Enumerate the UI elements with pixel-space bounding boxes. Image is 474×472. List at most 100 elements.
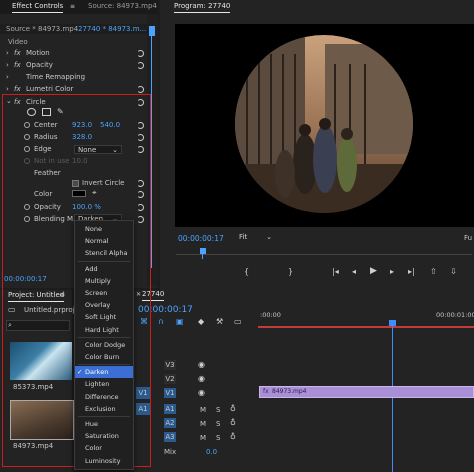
blend-option-label: Color Burn [85, 353, 120, 361]
fx-icon: fx [14, 61, 21, 69]
program-ruler[interactable] [176, 248, 472, 255]
mute-a2[interactable]: M [200, 420, 206, 428]
solo-a1[interactable]: S [216, 406, 220, 414]
track-target-v3[interactable]: V3 [164, 360, 176, 370]
tab-source[interactable]: Source: 84973.mp4 [88, 2, 157, 10]
program-monitor-title[interactable]: Program: 27740 [174, 2, 231, 13]
blend-option-color-dodge[interactable]: Color Dodge [75, 339, 133, 351]
blend-option-normal[interactable]: Normal [75, 235, 133, 247]
blend-option-label: Lighten [85, 380, 110, 389]
fit-dropdown[interactable]: Fit ⌄ [236, 233, 272, 242]
video-section-label: Video [8, 38, 28, 46]
blend-option-add[interactable]: Add [75, 263, 133, 275]
work-area-bar[interactable] [258, 326, 474, 328]
track-v2-label: V2 [165, 375, 175, 383]
video-clip-label: 84973.mp4 [272, 388, 307, 395]
mark-out-icon[interactable]: } [288, 268, 293, 276]
motion-effect[interactable]: Motion [26, 49, 50, 57]
mark-in-icon[interactable]: { [244, 268, 249, 276]
blend-option-hard-light[interactable]: Hard Light [75, 324, 133, 336]
lift-icon[interactable]: ⇧ [430, 268, 437, 276]
blend-option-label: Overlay [85, 301, 111, 310]
sequence-path[interactable]: 27740 * 84973.m... [78, 25, 146, 33]
mute-a3[interactable]: M [200, 434, 206, 442]
step-forward-icon[interactable]: ▸| [408, 268, 415, 276]
frame-forward-icon[interactable]: ▸ [390, 268, 394, 276]
track-target-a3[interactable]: A3 [164, 432, 176, 442]
blend-option-label: Screen [85, 289, 108, 297]
captions-icon[interactable]: ▭ [234, 318, 242, 326]
resolution-dropdown[interactable]: Fu [464, 234, 472, 242]
reset-icon[interactable] [137, 62, 144, 69]
blend-option-saturation[interactable]: Saturation [75, 430, 133, 442]
track-target-v2[interactable]: V2 [164, 374, 176, 384]
microphone-icon[interactable]: ♁ [230, 419, 236, 427]
wrench-icon[interactable]: ⚒ [216, 318, 223, 326]
mute-a1[interactable]: M [200, 406, 206, 414]
program-playhead-line [202, 254, 203, 259]
track-target-a1[interactable]: A1 [164, 404, 176, 414]
chevron-right-icon[interactable]: › [6, 49, 9, 57]
track-target-a2[interactable]: A2 [164, 418, 176, 428]
track-a3-label: A3 [165, 433, 175, 441]
video-circle-image [235, 35, 413, 213]
blend-option-difference[interactable]: Difference [75, 391, 133, 403]
frame-back-icon[interactable]: ◂ [352, 268, 356, 276]
opacity-effect[interactable]: Opacity [26, 61, 53, 69]
blend-option-lighten[interactable]: Lighten [75, 378, 133, 390]
menu-separator [78, 260, 130, 262]
lumetri-effect[interactable]: Lumetri Color [26, 85, 73, 93]
timeline-track-area[interactable] [258, 330, 474, 472]
chevron-right-icon[interactable]: › [6, 61, 9, 69]
menu-separator [78, 336, 130, 338]
mix-label: Mix [164, 448, 177, 456]
play-icon[interactable]: ▶ [370, 267, 377, 276]
blend-option-color-burn[interactable]: Color Burn [75, 351, 133, 363]
blend-option-soft-light[interactable]: Soft Light [75, 311, 133, 323]
reset-icon[interactable] [137, 50, 144, 57]
blend-option-none[interactable]: None [75, 223, 133, 235]
track-target-v1[interactable]: V1 [164, 388, 176, 398]
blend-option-darken[interactable]: ✓ Darken [75, 366, 133, 379]
eye-icon[interactable]: ◉ [198, 361, 205, 369]
microphone-icon[interactable]: ♁ [230, 433, 236, 441]
eye-icon[interactable]: ◉ [198, 375, 205, 383]
solo-a3[interactable]: S [216, 434, 220, 442]
step-back-icon[interactable]: |◂ [332, 268, 339, 276]
solo-a2[interactable]: S [216, 420, 220, 428]
linked-selection-icon[interactable]: ∩ [158, 318, 164, 326]
microphone-icon[interactable]: ♁ [230, 405, 236, 413]
reset-icon[interactable] [137, 86, 144, 93]
program-timecode[interactable]: 00:00:00:17 [178, 234, 224, 243]
eye-icon[interactable]: ◉ [198, 389, 205, 397]
source-path[interactable]: Source * 84973.mp4 [6, 25, 78, 33]
blend-option-luminosity[interactable]: Luminosity [75, 455, 133, 467]
time-remap-effect[interactable]: Time Remapping [26, 73, 85, 81]
extract-icon[interactable]: ⇩ [450, 268, 457, 276]
chevron-right-icon[interactable]: › [6, 73, 9, 81]
blend-mode-menu[interactable]: None Normal Stencil Alpha Add Multiply Screen… [74, 220, 134, 470]
chevron-down-icon: ⌄ [266, 233, 272, 241]
menu-separator [78, 416, 130, 417]
chevron-right-icon[interactable]: › [6, 85, 9, 93]
blend-option-screen[interactable]: Screen [75, 287, 133, 299]
add-marker-icon[interactable]: ▣ [176, 318, 184, 326]
blend-option-label: Color [85, 444, 102, 453]
video-clip[interactable]: fx 84973.mp4 [259, 386, 474, 398]
blend-option-color[interactable]: Color [75, 442, 133, 454]
mix-value[interactable]: 0.0 [206, 448, 217, 456]
tab-effect-controls[interactable]: Effect Controls [12, 2, 64, 13]
blend-option-exclusion[interactable]: Exclusion [75, 403, 133, 415]
fit-value: Fit [239, 233, 248, 241]
program-playhead[interactable] [200, 248, 206, 254]
playhead-marker[interactable] [149, 26, 155, 36]
blend-option-multiply[interactable]: Multiply [75, 275, 133, 287]
blend-option-hue[interactable]: Hue [75, 418, 133, 430]
marker-icon[interactable]: ◆ [198, 318, 204, 326]
panel-menu-icon[interactable]: ≡ [70, 3, 75, 11]
blend-option-stencil-alpha[interactable]: Stencil Alpha [75, 247, 133, 259]
blend-option-label: Exclusion [85, 404, 116, 413]
track-v1-label: V1 [165, 389, 175, 397]
blend-option-overlay[interactable]: Overlay [75, 299, 133, 311]
blend-option-label: Luminosity [85, 456, 121, 465]
